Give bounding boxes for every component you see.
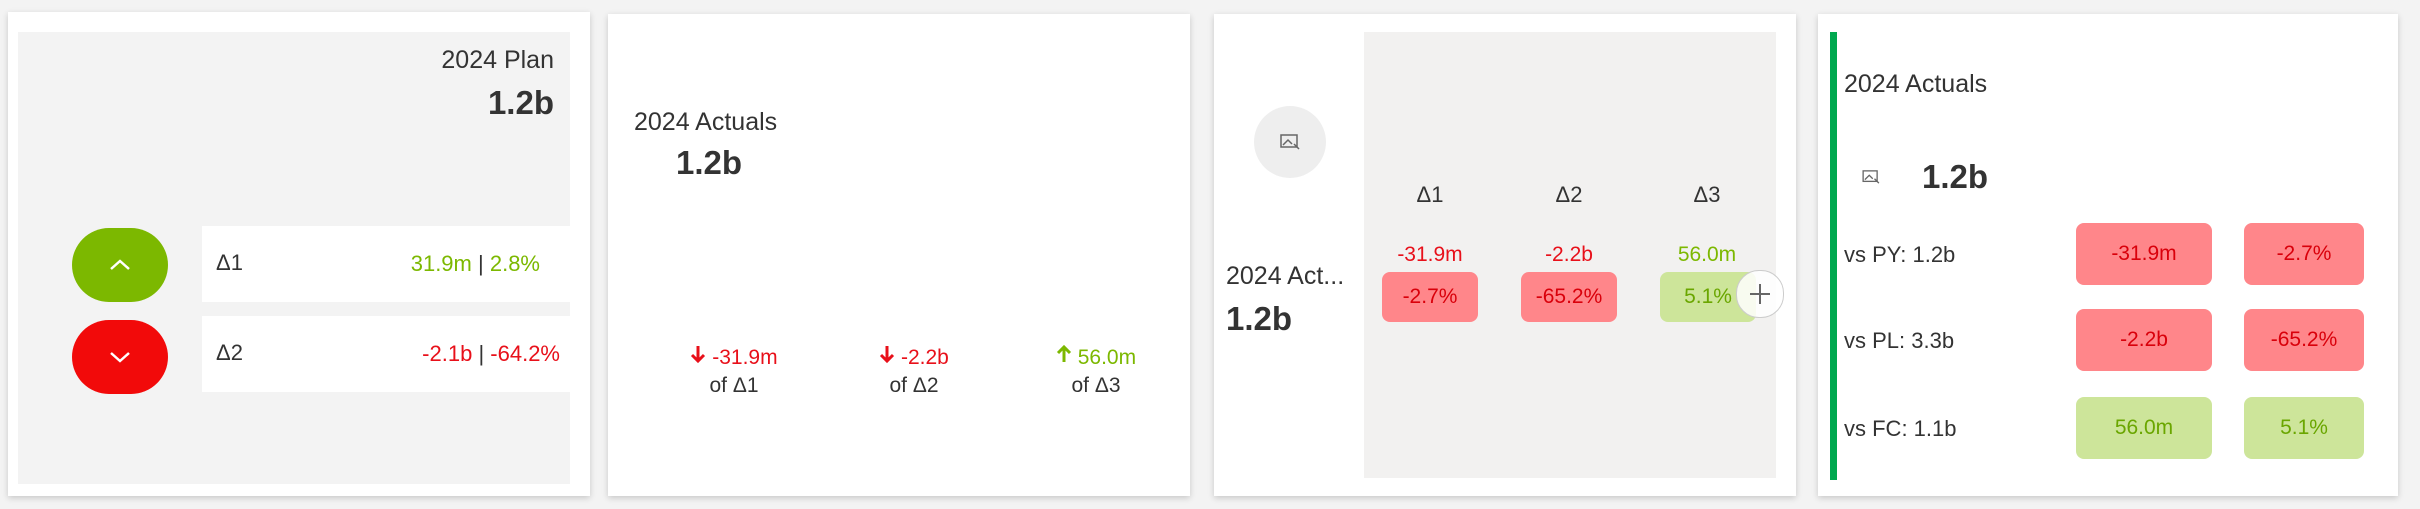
delta-row-2-abs: -2.1b [422,341,473,366]
card-actuals: 2024 Actuals 1.2b -31.9m of Δ1 -2.2b of … [608,14,1190,496]
delta-row-2: Δ2 -2.1b | -64.2% [202,316,570,392]
chevron-up-icon [110,259,130,270]
card-comparison-value: 1.2b [1922,158,1989,195]
card-plan-title: 2024 Plan [441,46,554,74]
card-plan-value: 1.2b [487,84,554,121]
delta-block-3: 56.0m of Δ3 [1026,344,1166,398]
delta-block-3-line: 56.0m [1026,344,1166,370]
card-actuals-comparison: 2024 Actuals 1.2b vs PY: 1.2b -31.9m -2.… [1818,14,2398,496]
comparison-row-3-pct: 5.1% [2244,397,2364,459]
delta-block-2-value: -2.2b [900,346,949,369]
grid-abs-2: -2.2b [1545,243,1593,266]
add-button[interactable] [1736,270,1784,318]
card-actuals-title: 2024 Actuals [634,108,778,136]
card-actuals-grid: 2024 Act... 1.2b Δ1 Δ2 Δ3 -31.9m -2.2b 5… [1214,14,1796,496]
grid-header-1: Δ1 [1416,182,1444,207]
grid-abs-3: 56.0m [1677,243,1737,266]
delta-block-1-line: -31.9m [664,344,804,370]
card-grid-title: 2024 Act... [1226,262,1345,290]
expand-down-button[interactable] [72,320,168,394]
delta-row-1-values: 31.9m | 2.8% [411,251,540,277]
delta-block-1: -31.9m of Δ1 [664,344,804,398]
delta-block-3-value: 56.0m [1077,346,1137,369]
card-plan: 2024 Plan 1.2b Δ1 31.9m | 2.8% Δ2 -2.1b … [8,12,590,496]
comparison-row-3-abs: 56.0m [2076,397,2212,459]
delta-row-2-label: Δ2 [216,340,243,365]
delta-block-2: -2.2b of Δ2 [844,344,984,398]
image-placeholder-button[interactable] [1254,106,1326,178]
arrow-down-icon [691,346,706,364]
arrow-down-icon [880,346,895,364]
delta-row-1-sep: | [478,251,484,276]
delta-row-2-values: -2.1b | -64.2% [422,341,560,367]
delta-row-1-abs: 31.9m [410,251,472,276]
delta-block-1-value: -31.9m [712,346,778,369]
card-plan-panel: 2024 Plan 1.2b Δ1 31.9m | 2.8% Δ2 -2.1b … [18,32,570,484]
plus-icon [1750,284,1770,304]
image-placeholder-icon [1280,134,1300,150]
comparison-row-2-label: vs PL: 3.3b [1844,328,1955,353]
delta-row-1-pct: 2.8% [489,251,540,276]
arrow-up-icon [1056,344,1071,362]
comparison-row-1-abs: -31.9m [2076,223,2212,285]
delta-block-3-caption: of Δ3 [1071,374,1121,397]
grid-abs-1: -31.9m [1397,243,1463,266]
card-grid-panel: Δ1 Δ2 Δ3 -31.9m -2.2b 56.0m -2.7% -65.2%… [1364,32,1784,478]
delta-row-2-sep: | [478,341,485,366]
image-placeholder-icon [1862,170,1880,189]
delta-block-1-caption: of Δ1 [709,374,759,397]
comparison-row-3-label: vs FC: 1.1b [1844,416,1957,441]
comparison-row-2-abs: -2.2b [2076,309,2212,371]
comparison-row-1-label: vs PY: 1.2b [1844,242,1956,267]
card-comparison-title: 2024 Actuals [1844,70,1988,98]
delta-block-2-line: -2.2b [844,344,984,370]
delta-row-1-label: Δ1 [216,250,243,275]
grid-header-2: Δ2 [1555,182,1583,207]
delta-row-2-pct: -64.2% [490,341,560,366]
card-grid-value: 1.2b [1226,300,1293,337]
grid-pct-1: -2.7% [1382,272,1478,322]
delta-block-2-caption: of Δ2 [889,374,939,397]
comparison-row-2-pct: -65.2% [2244,309,2364,371]
grid-header-3: Δ3 [1693,182,1721,207]
chevron-down-icon [110,352,130,363]
delta-row-1: Δ1 31.9m | 2.8% [202,226,570,302]
card-actuals-value: 1.2b [676,144,743,181]
grid-pct-2: -65.2% [1521,272,1617,322]
comparison-row-1-pct: -2.7% [2244,223,2364,285]
accent-bar [1830,32,1837,480]
expand-up-button[interactable] [72,228,168,302]
